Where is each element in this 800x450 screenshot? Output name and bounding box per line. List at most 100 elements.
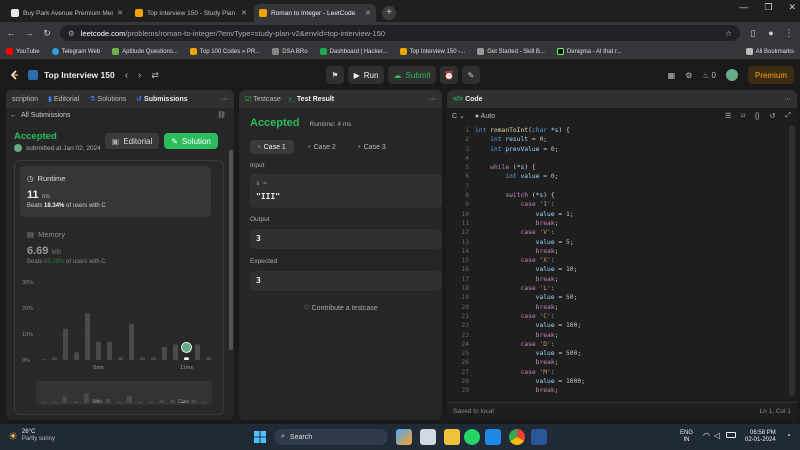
bookmark-item[interactable]: Telegram Web xyxy=(51,48,100,55)
mini-chart[interactable]: 6ms 11ms xyxy=(36,381,212,405)
bookmark-icon[interactable]: ⌑ xyxy=(741,112,745,120)
code-line[interactable]: 1 int romanToInt(char *s) { xyxy=(447,126,787,135)
streak-counter[interactable]: ♨ 0 xyxy=(702,71,716,80)
premium-button[interactable]: Premium xyxy=(748,66,794,84)
code-line[interactable]: 4 xyxy=(447,154,787,163)
clock[interactable]: 06:58 PM 02-01-2024 xyxy=(745,430,776,444)
tab-solutions[interactable]: ⚗ Solutions xyxy=(89,95,126,103)
wifi-icon[interactable]: ◠ xyxy=(703,431,710,440)
taskbar-search[interactable]: ⌕ Search xyxy=(274,429,388,445)
case-tab-3[interactable]: • Case 3 xyxy=(350,140,394,154)
runtime-card[interactable]: ◷ Runtime 11 ms Beats 18.34% of users wit… xyxy=(20,166,211,217)
all-submissions-link[interactable]: All Submissions xyxy=(21,112,70,119)
code-line[interactable]: 20 break; xyxy=(447,303,787,312)
bar[interactable] xyxy=(140,357,145,360)
layout-icon[interactable]: ▦ xyxy=(668,71,676,80)
tab-testcase[interactable]: ☑ Testcase xyxy=(245,95,281,103)
contribute-testcase-link[interactable]: ♡ Contribute a testcase xyxy=(239,304,442,312)
copilot-icon[interactable] xyxy=(396,429,412,445)
code-line[interactable]: 26 break; xyxy=(447,358,787,367)
tab-editorial[interactable]: ▮ Editorial xyxy=(48,95,79,103)
bar-highlight[interactable] xyxy=(184,357,189,360)
bar[interactable] xyxy=(107,341,112,360)
code-line[interactable]: 28 value = 1000; xyxy=(447,377,787,386)
memory-card[interactable]: ▤ Memory 6.69 MB Beats 65.29% of users wi… xyxy=(20,224,211,272)
code-line[interactable]: 17 break; xyxy=(447,275,787,284)
avatar[interactable] xyxy=(726,69,738,81)
debug-button[interactable]: ⚑ xyxy=(326,66,344,84)
code-line[interactable]: 2 int result = 0; xyxy=(447,135,787,144)
code-line[interactable]: 5 while (*s) { xyxy=(447,163,787,172)
bookmark-item[interactable]: Aptitude Questions... xyxy=(112,48,178,55)
brackets-icon[interactable]: {} xyxy=(755,113,760,120)
bookmark-item[interactable]: Get Started - Skill B... xyxy=(477,48,545,55)
next-problem-icon[interactable]: › xyxy=(138,70,141,81)
code-line[interactable]: 15 case 'X': xyxy=(447,256,787,265)
shuffle-icon[interactable]: ⇄ xyxy=(151,70,159,81)
code-line[interactable]: 22 value = 100; xyxy=(447,321,787,330)
submit-button[interactable]: ☁ Submit xyxy=(388,66,436,84)
code-line[interactable]: 24 case 'D': xyxy=(447,340,787,349)
editorial-button[interactable]: ▣ Editorial xyxy=(105,133,159,149)
bookmark-item[interactable]: Top Interview 150 -... xyxy=(399,48,465,55)
code-line[interactable]: 25 value = 500; xyxy=(447,349,787,358)
bar[interactable] xyxy=(206,357,211,360)
bar[interactable] xyxy=(52,357,57,360)
more-icon[interactable]: ⋯ xyxy=(221,95,228,103)
weather-widget[interactable]: ☀ 26°C Partly sunny xyxy=(8,429,55,443)
autocomplete-toggle[interactable]: ● Auto xyxy=(475,113,495,120)
code-line[interactable]: 23 break; xyxy=(447,331,787,340)
browser-tab[interactable]: Buy Park Avenue Premium Men ✕ xyxy=(6,4,128,22)
problem-list-title[interactable]: Top Interview 150 xyxy=(44,70,115,80)
bookmark-item[interactable]: YouTube xyxy=(6,48,40,55)
close-icon[interactable]: ✕ xyxy=(241,9,247,17)
code-line[interactable]: 6 int value = 0; xyxy=(447,172,787,181)
back-arrow-icon[interactable]: ← xyxy=(10,112,17,119)
forward-icon[interactable]: → xyxy=(24,28,34,38)
tab-description[interactable]: scription xyxy=(12,96,38,103)
code-line[interactable]: 8 switch (*s) { xyxy=(447,191,787,200)
windows-start-icon[interactable] xyxy=(254,431,266,443)
code-line[interactable]: 27 case 'M': xyxy=(447,368,787,377)
bar[interactable] xyxy=(173,344,178,360)
prev-problem-icon[interactable]: ‹ xyxy=(125,70,128,81)
tab-test-result[interactable]: ›_ Test Result xyxy=(289,96,334,103)
left-scrollbar[interactable] xyxy=(229,150,233,350)
browser-tab[interactable]: Top Interview 150 - Study Plan ✕ xyxy=(130,4,252,22)
close-icon[interactable]: ✕ xyxy=(365,9,371,17)
bookmark-item[interactable]: Dashboard | Hacker... xyxy=(319,48,388,55)
site-info-icon[interactable]: ⚙ xyxy=(68,29,75,38)
notes-button[interactable]: ✎ xyxy=(462,66,480,84)
code-line[interactable]: 19 value = 50; xyxy=(447,293,787,302)
bar[interactable] xyxy=(195,344,200,360)
code-line[interactable]: 12 case 'V': xyxy=(447,228,787,237)
tab-code[interactable]: </> Code xyxy=(453,96,483,103)
leetcode-logo[interactable] xyxy=(8,69,20,81)
menu-icon[interactable]: ⋮ xyxy=(784,28,794,39)
vscode-icon[interactable] xyxy=(485,429,501,445)
code-scrollbar[interactable] xyxy=(789,126,795,396)
bookmark-item[interactable]: DSA BRo xyxy=(272,48,308,55)
language-select[interactable]: C ⌄ xyxy=(452,112,465,120)
bookmark-item[interactable]: Denigma - AI that r... xyxy=(556,48,622,55)
chrome-icon[interactable] xyxy=(509,429,525,445)
code-line[interactable]: 3 int prevValue = 0; xyxy=(447,145,787,154)
bar[interactable] xyxy=(151,357,156,360)
code-line[interactable]: 18 case 'L': xyxy=(447,284,787,293)
browser-tab-active[interactable]: Roman to Integer - LeetCode ✕ xyxy=(254,4,376,22)
alarm-button[interactable]: ⏰ xyxy=(440,66,458,84)
more-icon[interactable]: ⋯ xyxy=(429,95,436,103)
bar[interactable] xyxy=(41,359,46,360)
file-explorer-icon[interactable] xyxy=(444,429,460,445)
bar[interactable] xyxy=(129,323,134,360)
whatsapp-icon[interactable] xyxy=(464,429,480,445)
reset-icon[interactable]: ↺ xyxy=(770,112,776,120)
reload-icon[interactable]: ↻ xyxy=(42,28,52,39)
run-button[interactable]: ▶ Run xyxy=(348,66,384,84)
bar[interactable] xyxy=(74,352,79,360)
case-tab-2[interactable]: • Case 2 xyxy=(300,140,344,154)
code-line[interactable]: 9 case 'I': xyxy=(447,200,787,209)
battery-icon[interactable] xyxy=(726,432,736,438)
code-line[interactable]: 10 value = 1; xyxy=(447,210,787,219)
code-line[interactable]: 14 break; xyxy=(447,247,787,256)
